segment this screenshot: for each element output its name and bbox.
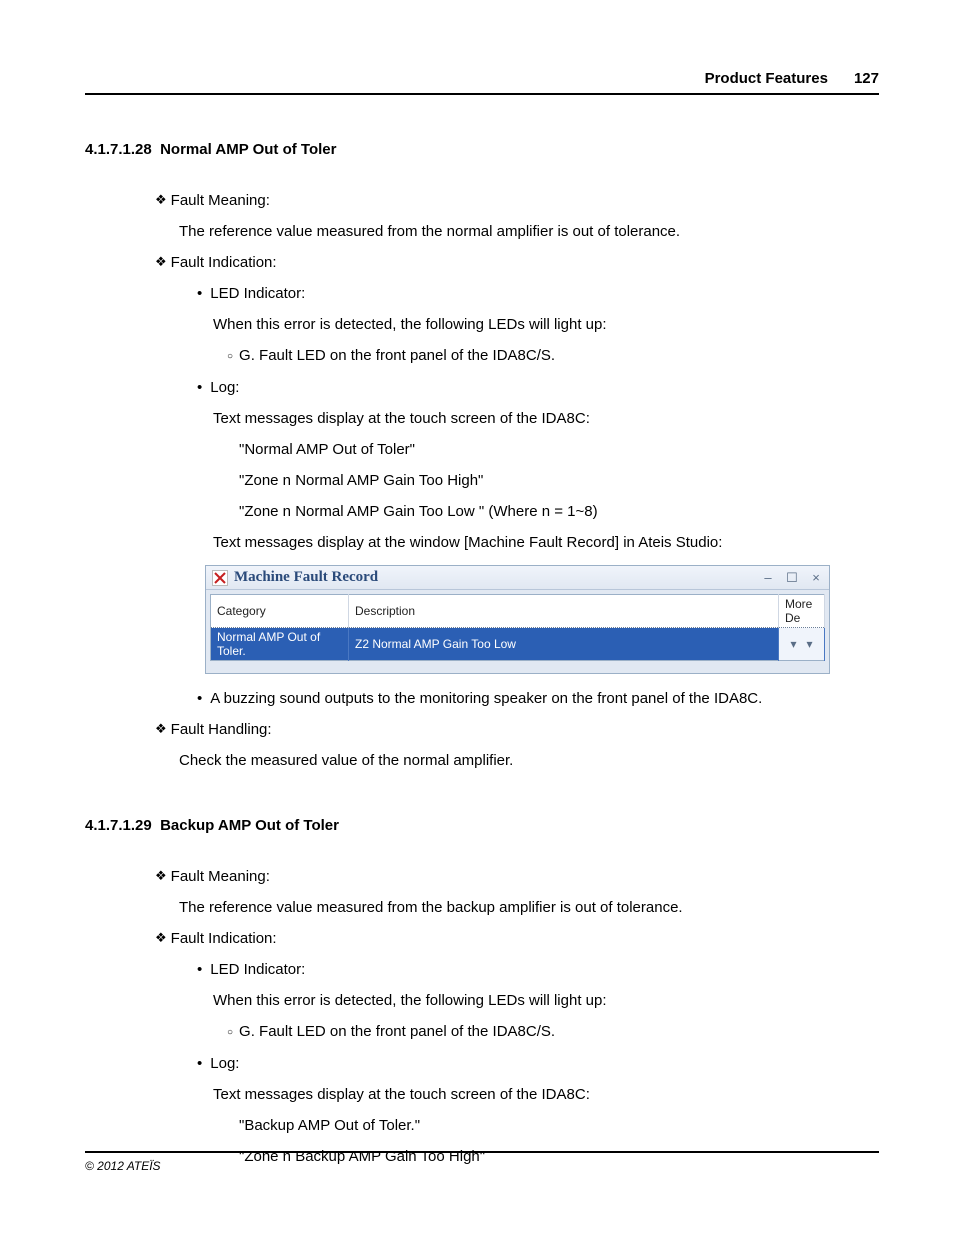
section-heading-28: 4.1.7.1.28 Normal AMP Out of Toler xyxy=(85,141,879,158)
log-msg-3: "Zone n Normal AMP Gain Too Low " (Where… xyxy=(239,503,879,520)
maximize-icon[interactable]: ☐ xyxy=(785,570,799,586)
fault-indication-label: Fault Indication: xyxy=(171,254,277,271)
close-icon[interactable]: × xyxy=(809,570,823,586)
led-indicator-item-29: • LED Indicator: xyxy=(197,961,879,978)
log-label: Log: xyxy=(210,1055,239,1072)
window-body: Category Description More De Normal AMP … xyxy=(206,590,829,673)
led-subitem-text: G. Fault LED on the front panel of the I… xyxy=(239,1023,555,1040)
log-msg-1: "Normal AMP Out of Toler" xyxy=(239,441,879,458)
copyright: © 2012 ATEÏS xyxy=(85,1159,161,1173)
bullet-icon: • xyxy=(197,1056,202,1071)
fault-meaning-label: Fault Meaning: xyxy=(171,868,270,885)
minimize-icon[interactable]: – xyxy=(761,570,775,586)
diamond-icon: ❖ xyxy=(155,721,167,736)
buzzing-item: • A buzzing sound outputs to the monitor… xyxy=(197,690,879,707)
log-msg-1-29: "Backup AMP Out of Toler." xyxy=(239,1117,879,1134)
fault-record-table: Category Description More De Normal AMP … xyxy=(210,594,825,661)
fault-meaning-label: Fault Meaning: xyxy=(171,192,270,209)
fault-indication-header: ❖ Fault Indication: xyxy=(155,254,879,271)
col-more-details[interactable]: More De xyxy=(779,595,825,628)
chevron-down-icon: ▾ xyxy=(790,637,796,651)
log-touch-intro-29: Text messages display at the touch scree… xyxy=(213,1086,879,1103)
chevron-down-icon: ▾ xyxy=(807,637,813,651)
fault-meaning-text-29: The reference value measured from the ba… xyxy=(179,899,879,916)
bullet-icon: • xyxy=(197,691,202,706)
section-title: Backup AMP Out of Toler xyxy=(160,817,339,834)
section-heading-29: 4.1.7.1.29 Backup AMP Out of Toler xyxy=(85,817,879,834)
diamond-icon: ❖ xyxy=(155,930,167,945)
section-number: 4.1.7.1.29 xyxy=(85,817,152,834)
log-msg-2: "Zone n Normal AMP Gain Too High" xyxy=(239,472,879,489)
fault-meaning-text: The reference value measured from the no… xyxy=(179,223,879,240)
col-category[interactable]: Category xyxy=(211,595,349,628)
fault-indication-label: Fault Indication: xyxy=(171,930,277,947)
circle-icon: ○ xyxy=(227,349,233,364)
log-touch-intro: Text messages display at the touch scree… xyxy=(213,410,879,427)
bullet-icon: • xyxy=(197,286,202,301)
fault-meaning-header: ❖ Fault Meaning: xyxy=(155,192,879,209)
cell-category: Normal AMP Out of Toler. xyxy=(211,628,349,661)
page-number: 127 xyxy=(854,70,879,87)
fault-handling-text: Check the measured value of the normal a… xyxy=(179,752,879,769)
table-header-row: Category Description More De xyxy=(211,595,825,628)
dropdown-cell[interactable]: ▾ ▾ xyxy=(779,628,825,661)
circle-icon: ○ xyxy=(227,1025,233,1040)
bullet-icon: • xyxy=(197,380,202,395)
col-description[interactable]: Description xyxy=(349,595,779,628)
page-header: Product Features 127 xyxy=(85,70,879,95)
led-subitem-29: ○ G. Fault LED on the front panel of the… xyxy=(227,1023,879,1041)
bullet-icon: • xyxy=(197,962,202,977)
fault-handling-header: ❖ Fault Handling: xyxy=(155,721,879,738)
fault-meaning-header-29: ❖ Fault Meaning: xyxy=(155,868,879,885)
header-title: Product Features xyxy=(705,70,828,87)
log-item-29: • Log: xyxy=(197,1055,879,1072)
page-footer: © 2012 ATEÏS xyxy=(85,1151,879,1173)
section-number: 4.1.7.1.28 xyxy=(85,141,152,158)
led-indicator-item: • LED Indicator: xyxy=(197,285,879,302)
section-title: Normal AMP Out of Toler xyxy=(160,141,336,158)
log-item: • Log: xyxy=(197,379,879,396)
window-titlebar[interactable]: Machine Fault Record – ☐ × xyxy=(206,566,829,590)
window-title: Machine Fault Record xyxy=(234,569,761,586)
led-indicator-label: LED Indicator: xyxy=(210,285,305,302)
fault-handling-label: Fault Handling: xyxy=(171,721,272,738)
led-indicator-text: When this error is detected, the followi… xyxy=(213,316,879,333)
table-row[interactable]: Normal AMP Out of Toler. Z2 Normal AMP G… xyxy=(211,628,825,661)
machine-fault-record-window: Machine Fault Record – ☐ × Category Desc… xyxy=(205,565,830,674)
led-subitem: ○ G. Fault LED on the front panel of the… xyxy=(227,347,879,365)
app-icon xyxy=(212,570,228,586)
led-subitem-text: G. Fault LED on the front panel of the I… xyxy=(239,347,555,364)
cell-description: Z2 Normal AMP Gain Too Low xyxy=(349,628,779,661)
led-indicator-label: LED Indicator: xyxy=(210,961,305,978)
fault-indication-header-29: ❖ Fault Indication: xyxy=(155,930,879,947)
diamond-icon: ❖ xyxy=(155,868,167,883)
led-indicator-text-29: When this error is detected, the followi… xyxy=(213,992,879,1009)
diamond-icon: ❖ xyxy=(155,192,167,207)
buzzing-text: A buzzing sound outputs to the monitorin… xyxy=(210,690,762,707)
log-label: Log: xyxy=(210,379,239,396)
diamond-icon: ❖ xyxy=(155,254,167,269)
log-window-intro: Text messages display at the window [Mac… xyxy=(213,534,879,551)
